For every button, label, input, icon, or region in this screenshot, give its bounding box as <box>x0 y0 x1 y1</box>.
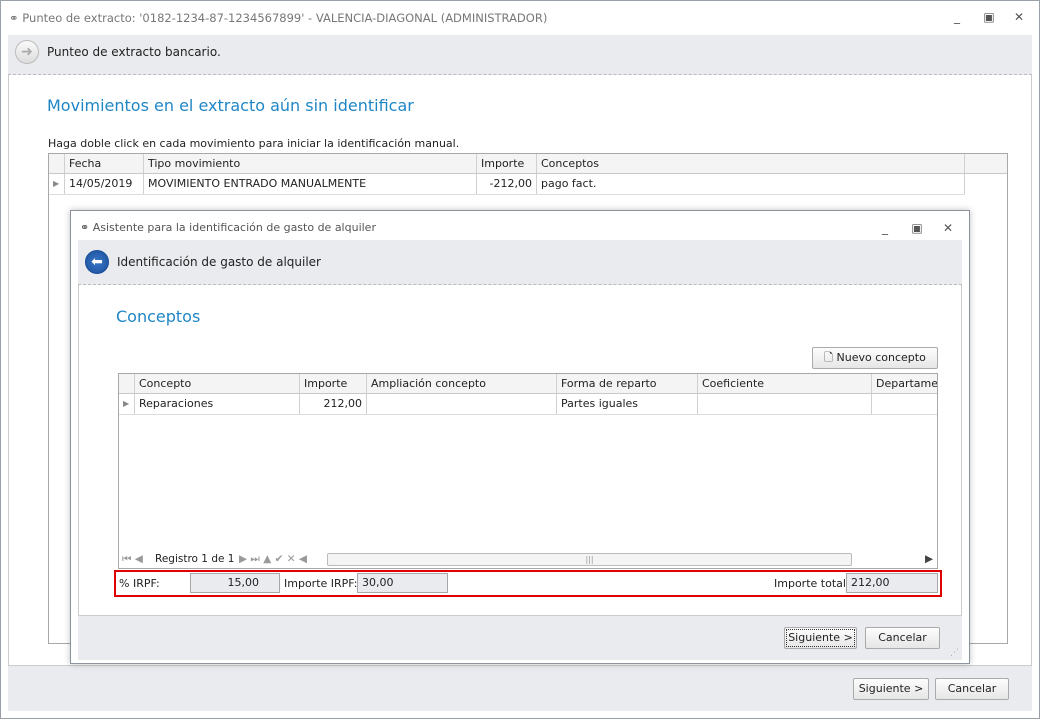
dialog-cancel-button[interactable]: Cancelar <box>865 627 940 649</box>
link-icon: ⚭ <box>80 221 93 234</box>
cell-forma: Partes iguales <box>557 394 698 414</box>
instruction-text: Haga doble click en cada movimiento para… <box>48 137 460 150</box>
title-bar: ⚭ Punteo de extracto: '0182-1234-87-1234… <box>1 1 1039 35</box>
column-conceptos[interactable]: Conceptos <box>537 154 965 173</box>
cell-importe: 212,00 <box>300 394 367 414</box>
irpf-spinner[interactable]: 15,00 <box>190 573 280 593</box>
cancel-button[interactable]: Cancelar <box>935 678 1009 700</box>
cell-importe: -212,00 <box>477 174 537 194</box>
resize-grip-icon[interactable]: ⋰ <box>950 648 959 658</box>
irpf-label: % IRPF: <box>119 577 160 590</box>
next-button[interactable]: Siguiente > <box>853 678 929 700</box>
column-ampliacion[interactable]: Ampliación concepto <box>367 374 557 393</box>
scroll-right-icon[interactable]: ▶ <box>925 553 933 565</box>
column-fecha[interactable]: Fecha <box>65 154 144 173</box>
dialog-minimize-button[interactable]: _ <box>878 221 892 235</box>
dialog-header-title: Identificación de gasto de alquiler <box>117 255 321 269</box>
dialog-title-text: Asistente para la identificación de gast… <box>92 221 376 234</box>
back-button[interactable]: ➜ <box>15 40 39 64</box>
dialog-close-button[interactable]: ✕ <box>941 221 955 235</box>
cell-tipo: MOVIMIENTO ENTRADO MANUALMENTE <box>144 174 477 194</box>
grid-navigator: ⏮ ◀ Registro 1 de 1 ▶ ⏭ ▲ ✔ ✕ ◀ ||| ▶ <box>119 551 937 568</box>
dialog-heading: Conceptos <box>116 307 201 326</box>
importe-irpf-label: Importe IRPF: <box>284 577 358 590</box>
cell-conceptos: pago fact. <box>537 174 965 194</box>
dialog-next-button[interactable]: Siguiente > <box>784 627 857 649</box>
dialog-back-button[interactable]: ⬅ <box>85 250 109 274</box>
cell-ampliacion <box>367 394 557 414</box>
restore-button[interactable]: ▣ <box>982 10 996 24</box>
column-departamento[interactable]: Departament <box>872 374 937 393</box>
new-concept-button[interactable]: 🗋 Nuevo concepto <box>812 347 938 369</box>
table-row[interactable]: ▶ Reparaciones 212,00 Partes iguales <box>119 394 937 415</box>
horizontal-scrollbar[interactable]: ||| <box>327 553 852 566</box>
navigator-next-last-icons[interactable]: ▶ ⏭ ▲ ✔ ✕ ◀ <box>239 553 307 566</box>
irpf-value: 15,00 <box>227 576 260 589</box>
document-icon: 🗋 <box>824 351 837 364</box>
section-heading: Movimientos en el extracto aún sin ident… <box>47 96 414 115</box>
navigator-first-prev-icons[interactable]: ⏮ ◀ <box>122 553 143 566</box>
column-tipo[interactable]: Tipo movimiento <box>144 154 477 173</box>
cell-coeficiente <box>698 394 872 414</box>
concepts-grid[interactable]: Concepto Importe Ampliación concepto For… <box>118 373 938 569</box>
column-forma-reparto[interactable]: Forma de reparto <box>557 374 698 393</box>
new-concept-label: Nuevo concepto <box>836 351 926 364</box>
table-row[interactable]: ▶ 14/05/2019 MOVIMIENTO ENTRADO MANUALME… <box>49 174 965 195</box>
column-importe[interactable]: Importe <box>300 374 367 393</box>
column-importe[interactable]: Importe <box>477 154 537 173</box>
total-label: Importe total: <box>774 577 850 590</box>
total-field[interactable]: 212,00 <box>846 573 938 593</box>
dialog-restore-button[interactable]: ▣ <box>910 221 924 235</box>
cell-fecha: 14/05/2019 <box>65 174 144 194</box>
close-button[interactable]: ✕ <box>1012 10 1026 24</box>
column-coeficiente[interactable]: Coeficiente <box>698 374 872 393</box>
header-title: Punteo de extracto bancario. <box>47 45 221 59</box>
navigator-record-text: Registro 1 de 1 <box>155 553 235 565</box>
cell-concepto: Reparaciones <box>135 394 300 414</box>
column-concepto[interactable]: Concepto <box>135 374 300 393</box>
link-icon: ⚭ <box>9 11 23 25</box>
dialog-title: ⚭ Asistente para la identificación de ga… <box>80 221 376 234</box>
minimize-button[interactable]: _ <box>950 10 964 24</box>
importe-irpf-field[interactable]: 30,00 <box>357 573 448 593</box>
cell-departamento <box>872 394 937 414</box>
window-title: Punteo de extracto: '0182-1234-87-123456… <box>22 11 548 25</box>
